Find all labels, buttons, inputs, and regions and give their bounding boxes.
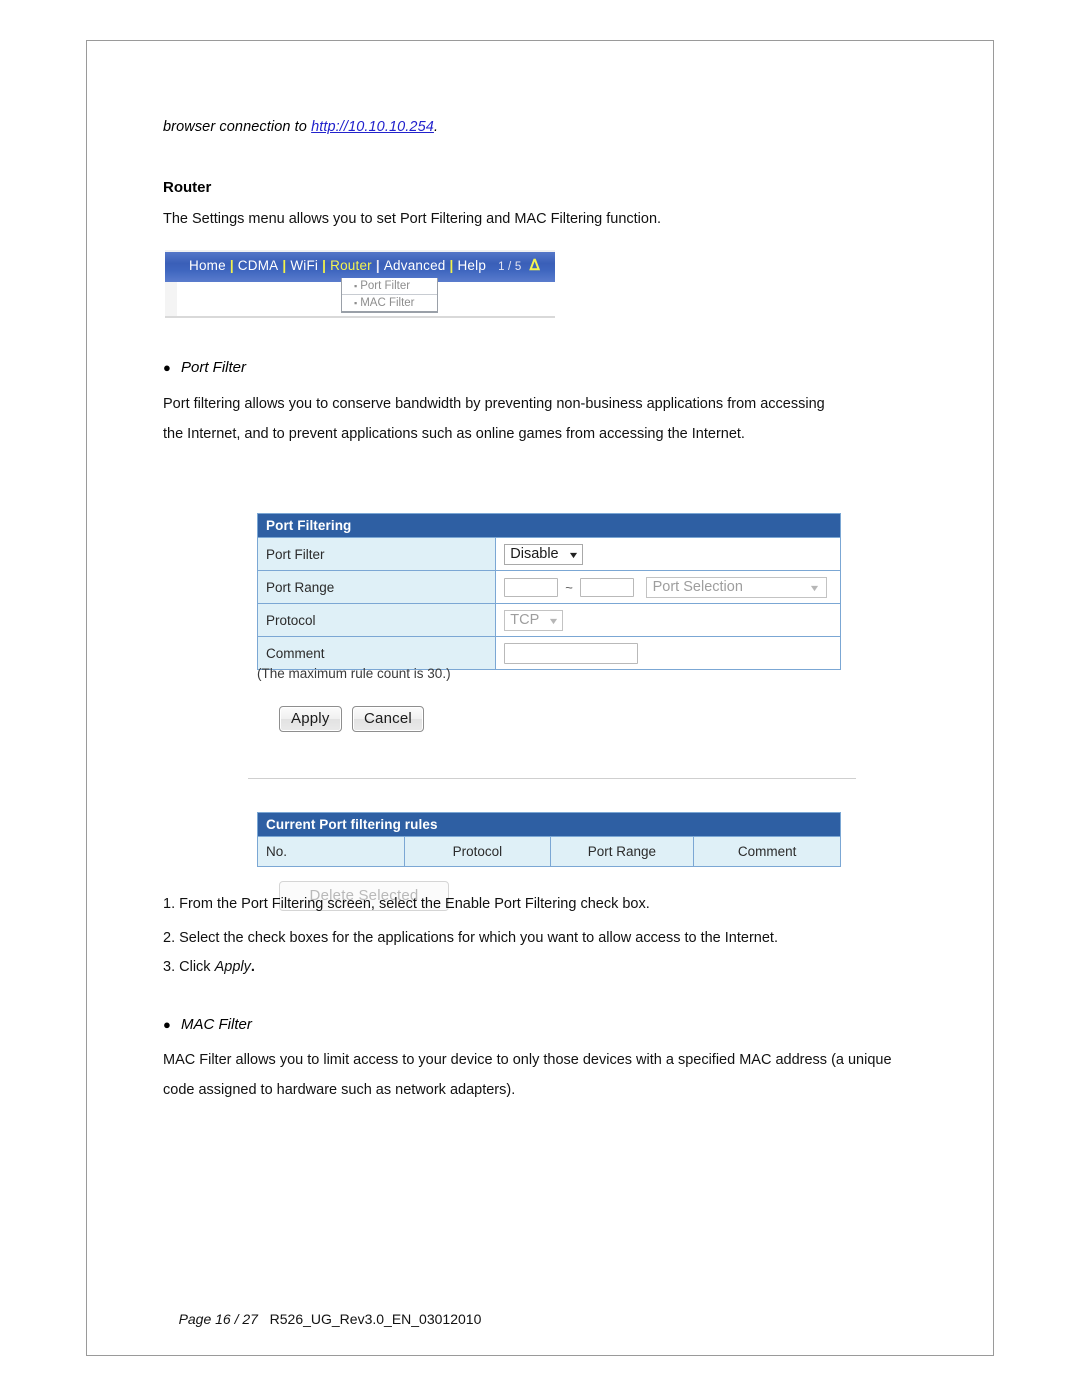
max-rule-count-note: (The maximum rule count is 30.) (257, 666, 451, 681)
mac-filter-heading-label: MAC Filter (181, 1016, 252, 1033)
mac-filter-paragraph: MAC Filter allows you to limit access to… (163, 1045, 993, 1105)
nav-separator: | (449, 258, 454, 273)
dropdown-item-mac-filter[interactable]: ▪ MAC Filter (342, 295, 437, 312)
wifi-signal-icon: ᐃ (529, 257, 540, 274)
step-3: 3. Click Apply. (163, 959, 255, 975)
port-filter-heading-label: Port Filter (181, 359, 247, 376)
comment-row-label: Comment (256, 636, 497, 670)
protocol-select-value: TCP (510, 611, 540, 628)
bullet-icon: ● (163, 1017, 171, 1032)
port-filter-paragraph-line2: the Internet, and to prevent application… (163, 426, 745, 442)
router-url-link[interactable]: http://10.10.10.254 (311, 119, 434, 135)
mac-filter-paragraph-line2: code assigned to hardware such as networ… (163, 1082, 516, 1098)
port-range-row-value: ~ Port Selection ▼ (495, 570, 841, 604)
chevron-down-icon: ▼ (808, 582, 821, 593)
nav-items: Home | CDMA | WiFi | Router | Advanced | Help 1 / 5… (189, 256, 540, 274)
comment-row-value (495, 636, 841, 670)
step-3-prefix: 3. Click (163, 959, 215, 975)
column-protocol: Protocol (404, 836, 551, 867)
protocol-select[interactable]: TCP ▼ (504, 609, 564, 631)
port-filter-row-label: Port Filter (256, 537, 497, 571)
step-3-action: Apply (214, 959, 251, 975)
apply-button[interactable]: Apply (279, 706, 342, 732)
port-filter-bullet-heading: ● Port Filter (163, 359, 246, 376)
protocol-row-value: TCP ▼ (495, 603, 841, 637)
bullet-icon: ● (163, 360, 171, 375)
comment-input[interactable] (504, 642, 639, 664)
mac-filter-bullet-heading: ● MAC Filter (163, 1016, 252, 1033)
nav-item-help[interactable]: Help (457, 258, 486, 273)
nav-item-advanced[interactable]: Advanced (384, 258, 446, 273)
nav-separator: | (282, 258, 287, 273)
protocol-row-label: Protocol (256, 603, 497, 637)
table-row: Comment (256, 636, 841, 670)
port-selection-placeholder: Port Selection (652, 578, 743, 595)
port-filter-paragraph: Port filtering allows you to conserve ba… (163, 389, 973, 449)
router-nav-screenshot: Home | CDMA | WiFi | Router | Advanced | Help 1 / 5… (165, 250, 555, 318)
section-divider (248, 778, 856, 779)
port-range-to-input[interactable] (579, 577, 634, 597)
nav-separator: | (229, 258, 234, 273)
column-comment: Comment (693, 836, 841, 867)
router-dropdown-menu: ▪ Port Filter ▪ MAC Filter (341, 278, 438, 313)
port-range-separator: ~ (565, 579, 573, 595)
nav-item-cdma[interactable]: CDMA (238, 258, 279, 273)
document-page: browser connection to http://10.10.10.25… (86, 40, 994, 1356)
dropdown-item-label: MAC Filter (360, 297, 415, 309)
nav-left-pad (165, 282, 177, 316)
port-range-from-input[interactable] (504, 577, 559, 597)
port-filter-select[interactable]: Disable ▼ (504, 543, 583, 565)
port-filter-paragraph-line1: Port filtering allows you to conserve ba… (163, 396, 825, 412)
nav-item-home[interactable]: Home (189, 258, 226, 273)
current-rules-table-header: Current Port filtering rules (257, 812, 841, 837)
port-filter-row-value: Disable ▼ (495, 537, 841, 571)
table-row: Port Filter Disable ▼ (256, 537, 841, 571)
step-1: 1. From the Port Filtering screen, selec… (163, 896, 650, 912)
intro-line: browser connection to http://10.10.10.25… (163, 119, 438, 135)
port-selection-select[interactable]: Port Selection ▼ (645, 576, 827, 598)
intro-prefix: browser connection to (163, 119, 312, 135)
step-2: 2. Select the check boxes for the applic… (163, 930, 778, 946)
settings-paragraph: The Settings menu allows you to set Port… (163, 211, 662, 227)
chevron-down-icon: ▼ (567, 549, 580, 560)
dropdown-item-label: Port Filter (360, 280, 411, 292)
mac-filter-paragraph-line1: MAC Filter allows you to limit access to… (163, 1052, 892, 1068)
footer-page-number: Page 16 / 27 (178, 1311, 258, 1327)
router-heading: Router (163, 179, 212, 196)
step-3-suffix: . (250, 959, 255, 975)
nav-item-wifi[interactable]: WiFi (290, 258, 318, 273)
footer-document-id: R526_UG_Rev3.0_EN_03012010 (269, 1311, 482, 1327)
current-port-filtering-rules-table: Current Port filtering rules No. Protoco… (256, 812, 841, 867)
table-row: Port Range ~ Port Selection ▼ (256, 570, 841, 604)
intro-suffix: . (433, 119, 439, 135)
port-range-row-label: Port Range (256, 570, 497, 604)
cancel-button[interactable]: Cancel (352, 706, 424, 732)
nav-page-indicator: 1 / 5 (498, 261, 522, 273)
port-filtering-form-table: Port Filtering Port Filter Disable ▼ Port… (256, 513, 841, 670)
port-filtering-title: Port Filtering (257, 513, 841, 538)
port-filtering-table-header: Port Filtering (257, 513, 841, 538)
page-footer: Page 16 / 27 R526_UG_Rev3.0_EN_03012010 (163, 1295, 482, 1343)
nav-item-router[interactable]: Router (330, 258, 372, 273)
nav-separator: | (375, 258, 380, 273)
column-port-range: Port Range (549, 836, 695, 867)
nav-separator: | (322, 258, 327, 273)
port-filter-select-value: Disable (510, 545, 559, 562)
current-rules-title: Current Port filtering rules (257, 812, 841, 837)
chevron-down-icon: ▼ (547, 615, 560, 626)
table-row: Protocol TCP ▼ (256, 603, 841, 637)
current-rules-column-row: No. Protocol Port Range Comment (256, 836, 841, 867)
column-no: No. (256, 836, 406, 867)
dropdown-item-port-filter[interactable]: ▪ Port Filter (342, 278, 437, 295)
